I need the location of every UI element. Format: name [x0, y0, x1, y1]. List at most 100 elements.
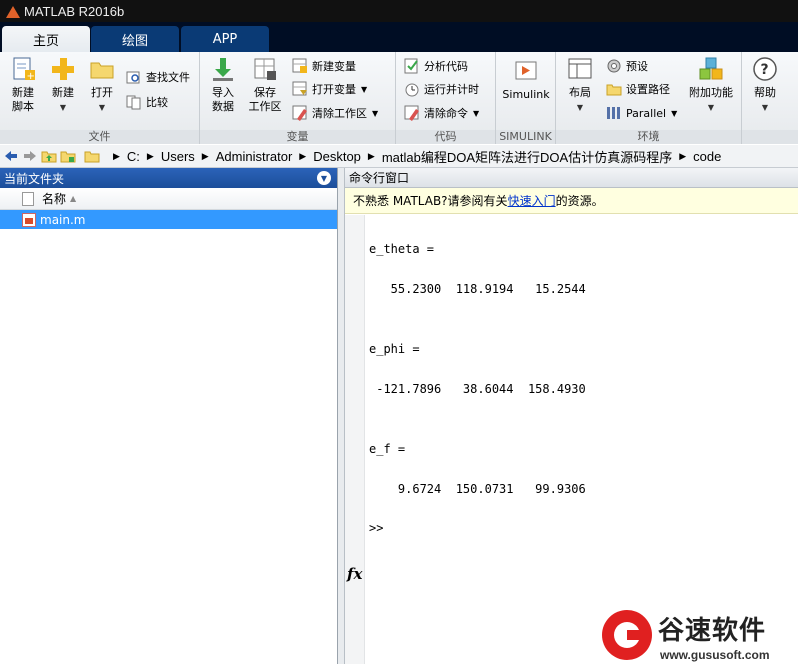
- hint-text-after: 的资源。: [555, 194, 604, 208]
- open-variable-button[interactable]: 打开变量 ▼: [292, 78, 367, 100]
- parallel-dropdown-icon: ▼: [671, 108, 678, 118]
- m-file-icon: [22, 212, 36, 227]
- forward-arrow-icon[interactable]: [22, 148, 38, 164]
- new-script-label: 新建 脚本: [12, 86, 34, 113]
- name-column-label: 名称: [42, 192, 67, 206]
- breadcrumb-item[interactable]: Administrator: [216, 149, 293, 164]
- breadcrumb-item[interactable]: C:: [127, 149, 140, 164]
- breadcrumb-separator-icon: ▶: [113, 150, 120, 161]
- file-row-main-m[interactable]: main.m: [0, 210, 337, 229]
- new-variable-icon: [292, 58, 308, 74]
- run-and-time-button[interactable]: 运行并计时: [404, 78, 479, 100]
- layout-icon: [567, 56, 593, 82]
- analyze-code-icon: [404, 58, 420, 74]
- compare-button[interactable]: 比较: [126, 91, 168, 113]
- current-folder-header: 当前文件夹 ▼: [0, 168, 337, 188]
- output-values: 55.2300 118.9194 15.2544: [369, 282, 586, 296]
- import-data-button[interactable]: 导入 数据: [206, 56, 240, 114]
- parallel-icon: [606, 105, 622, 121]
- help-button[interactable]: ? 帮助 ▼: [748, 56, 782, 115]
- analyze-code-label: 分析代码: [424, 60, 468, 73]
- open-button[interactable]: 打开 ▼: [86, 56, 118, 115]
- name-column-header[interactable]: 名称 ▲: [0, 188, 337, 210]
- help-group-label-strip: [742, 130, 798, 144]
- simulink-icon: [513, 58, 539, 84]
- new-variable-button[interactable]: 新建变量: [292, 55, 356, 77]
- open-variable-label: 打开变量: [312, 83, 356, 96]
- breadcrumb-item[interactable]: Desktop: [313, 149, 361, 164]
- tab-home[interactable]: 主页: [2, 26, 90, 52]
- environment-group: 布局 ▼ 预设 设置路径 Parallel ▼ 附加功能 ▼ 环境: [556, 52, 742, 144]
- clear-commands-label: 清除命令: [424, 107, 468, 120]
- layout-dropdown-caret-icon: ▼: [576, 103, 584, 112]
- preferences-label: 预设: [626, 60, 648, 73]
- addons-label: 附加功能: [689, 86, 733, 99]
- toolstrip: + 新建 脚本 新建 ▼ 打开 ▼ 查找文件 比较 文件 导入 数据 保存 工作…: [0, 52, 798, 144]
- browse-folder-icon[interactable]: [60, 148, 76, 164]
- back-arrow-icon[interactable]: [3, 148, 19, 164]
- file-type-column-icon: [22, 191, 34, 206]
- breadcrumb-item[interactable]: Users: [161, 149, 195, 164]
- panel-actions-chevron-icon[interactable]: ▼: [317, 171, 331, 185]
- help-question-icon: ?: [752, 56, 778, 82]
- preferences-button[interactable]: 预设: [606, 55, 648, 77]
- breadcrumb-separator-icon: ▶: [367, 150, 375, 161]
- breadcrumb-item[interactable]: matlab编程DOA矩阵法进行DOA估计仿真源码程序: [382, 147, 672, 166]
- clear-workspace-label: 清除工作区: [312, 107, 367, 120]
- breadcrumb-separator-icon: ▶: [299, 150, 307, 161]
- svg-text:?: ?: [761, 62, 769, 78]
- simulink-button[interactable]: Simulink: [500, 58, 552, 102]
- breadcrumb: ▶ C: ▶ Users ▶ Administrator ▶ Desktop ▶…: [106, 147, 721, 166]
- import-arrow-icon: [210, 56, 236, 82]
- find-files-button[interactable]: 查找文件: [126, 66, 190, 88]
- command-window-header: 命令行窗口: [345, 168, 798, 188]
- fx-icon[interactable]: fx: [347, 565, 362, 583]
- run-and-time-icon: [404, 81, 420, 97]
- variable-group: 导入 数据 保存 工作区 新建变量 打开变量 ▼ 清除工作区 ▼ 变量: [200, 52, 396, 144]
- help-group: ? 帮助 ▼: [742, 52, 798, 144]
- breadcrumb-separator-icon: ▶: [201, 150, 209, 161]
- new-label: 新建: [52, 86, 74, 99]
- new-script-button[interactable]: + 新建 脚本: [6, 56, 40, 114]
- import-data-label: 导入 数据: [212, 86, 234, 113]
- code-group: 分析代码 运行并计时 清除命令 ▼ 代码: [396, 52, 496, 144]
- analyze-code-button[interactable]: 分析代码: [404, 55, 468, 77]
- code-group-label: 代码: [396, 130, 495, 144]
- output-values: 9.6724 150.0731 99.9306: [369, 482, 586, 496]
- clear-workspace-icon: [292, 105, 308, 121]
- set-path-button[interactable]: 设置路径: [606, 78, 670, 100]
- addons-dropdown-caret-icon: ▼: [707, 103, 715, 112]
- panel-splitter[interactable]: [338, 168, 345, 664]
- new-button[interactable]: 新建 ▼: [46, 56, 80, 115]
- tab-plots[interactable]: 绘图: [91, 26, 179, 52]
- clear-workspace-button[interactable]: 清除工作区 ▼: [292, 102, 378, 124]
- parallel-button[interactable]: Parallel ▼: [606, 102, 677, 124]
- output-var-name: e_f =: [369, 442, 406, 456]
- svg-text:+: +: [27, 71, 35, 82]
- layout-button[interactable]: 布局 ▼: [562, 56, 598, 115]
- up-folder-icon[interactable]: [41, 148, 57, 164]
- addons-button[interactable]: 附加功能 ▼: [684, 56, 738, 115]
- hint-text-before: 不熟悉 MATLAB?请参阅有关: [353, 194, 508, 208]
- breadcrumb-item[interactable]: code: [693, 149, 721, 164]
- title-bar: MATLAB R2016b: [0, 0, 798, 22]
- tab-strip: 主页 绘图 APP: [0, 22, 798, 52]
- tab-apps[interactable]: APP: [181, 26, 269, 52]
- environment-group-label: 环境: [556, 130, 741, 144]
- quick-start-link[interactable]: 快速入门: [508, 192, 556, 209]
- breadcrumb-separator-icon: ▶: [679, 150, 687, 161]
- command-prompt[interactable]: >>: [369, 521, 383, 535]
- command-gutter: fx: [345, 215, 365, 664]
- simulink-group-label: SIMULINK: [496, 130, 555, 144]
- command-window-title: 命令行窗口: [349, 171, 410, 185]
- run-and-time-label: 运行并计时: [424, 83, 479, 96]
- layout-label: 布局: [569, 86, 591, 99]
- save-workspace-button[interactable]: 保存 工作区: [246, 56, 284, 114]
- open-variable-dropdown-icon: ▼: [361, 84, 368, 94]
- open-variable-icon: [292, 81, 308, 97]
- watermark-url: www.gususoft.com: [660, 648, 770, 662]
- watermark-logo-icon: [602, 610, 652, 660]
- new-variable-label: 新建变量: [312, 60, 356, 73]
- gear-icon: [606, 58, 622, 74]
- clear-commands-button[interactable]: 清除命令 ▼: [404, 102, 479, 124]
